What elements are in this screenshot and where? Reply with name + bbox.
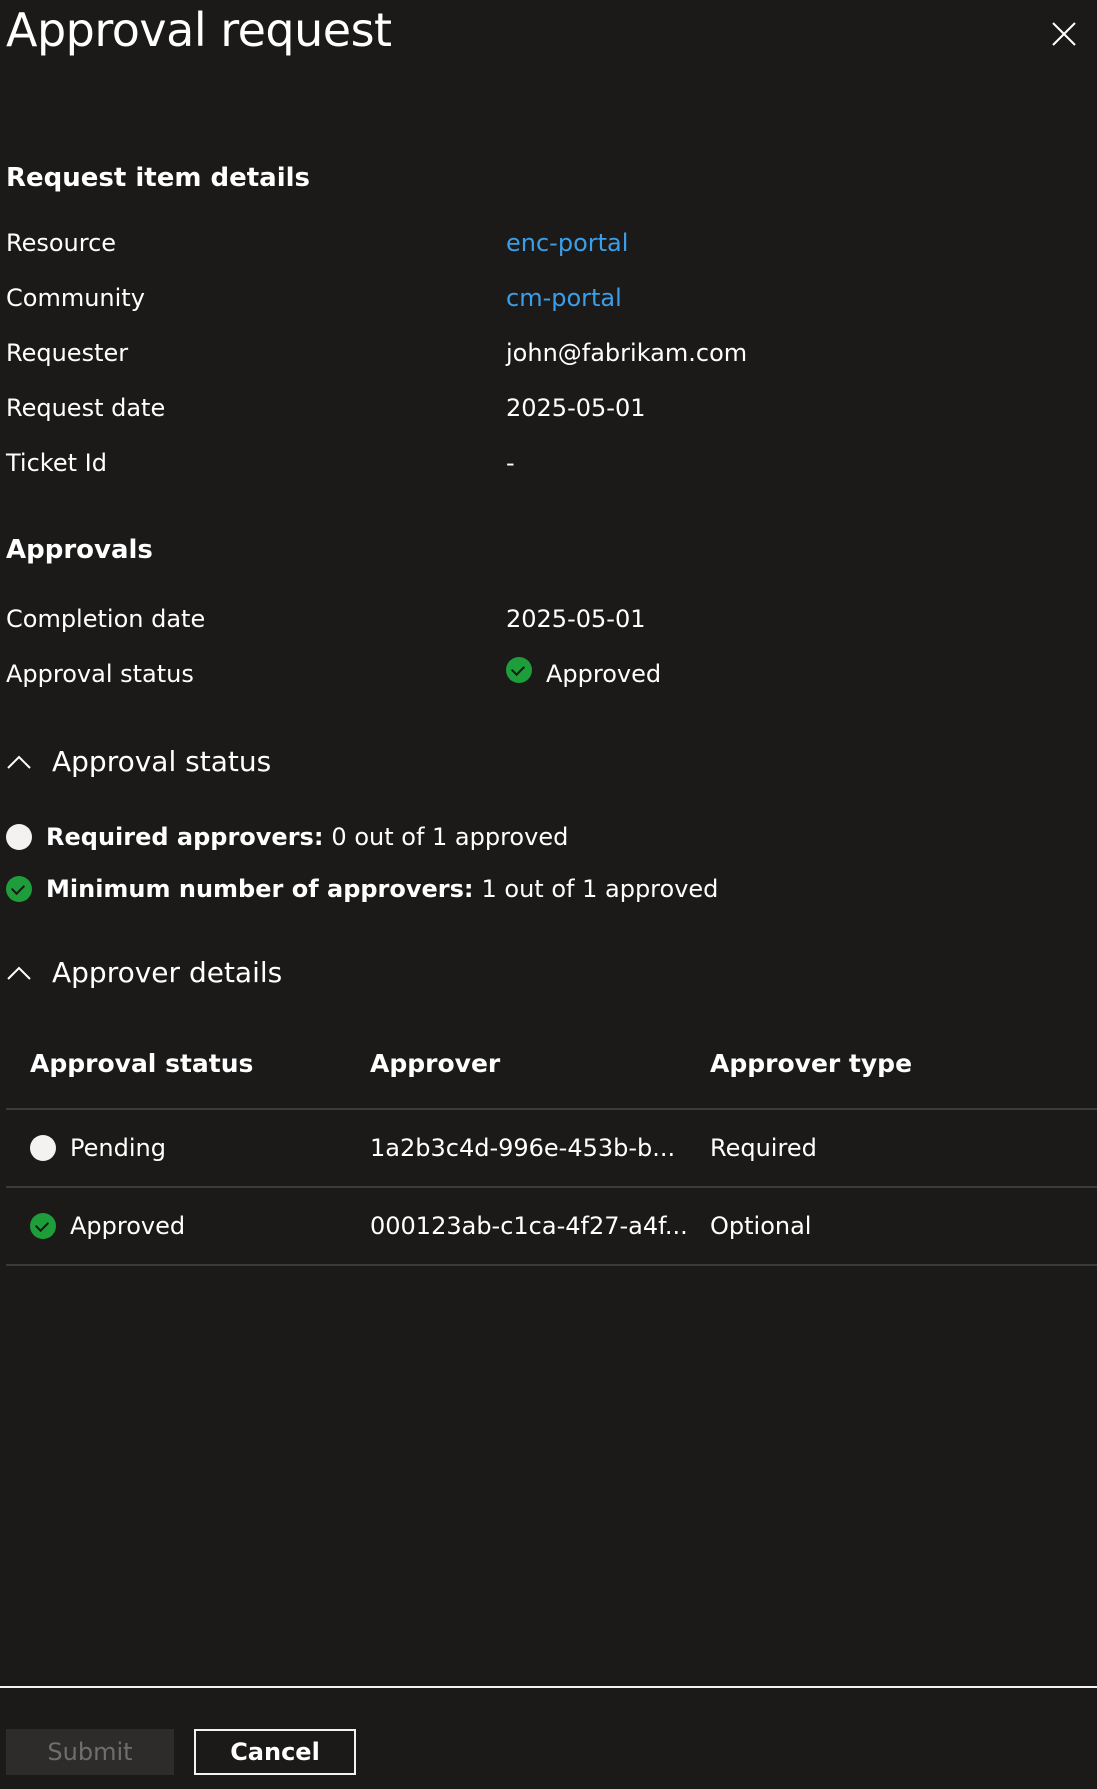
success-check-icon xyxy=(30,1213,56,1239)
row-approver-type-cell: Required xyxy=(710,1134,817,1162)
approval-status-text: Approved xyxy=(546,660,662,688)
chevron-up-icon xyxy=(7,966,31,980)
ticket-id-value: - xyxy=(506,449,515,477)
success-check-icon xyxy=(506,657,532,683)
criterion-label: Minimum number of approvers: xyxy=(46,875,474,903)
completion-date-label: Completion date xyxy=(6,605,206,633)
requester-value: john@fabrikam.com xyxy=(506,339,748,367)
ticket-id-label: Ticket Id xyxy=(6,449,107,477)
criterion-label: Required approvers: xyxy=(46,823,324,851)
approval-status-value: Approved xyxy=(506,654,661,688)
minimum-approvers-criterion: Minimum number of approvers: 1 out of 1 … xyxy=(6,873,718,905)
approval-status-section-title: Approval status xyxy=(52,745,272,778)
cancel-button[interactable]: Cancel xyxy=(194,1729,356,1775)
approver-details-section-toggle[interactable]: Approver details xyxy=(6,956,282,990)
requester-label: Requester xyxy=(6,339,129,367)
submit-button[interactable]: Submit xyxy=(6,1729,174,1775)
close-icon xyxy=(1052,22,1076,46)
row-status-text: Approved xyxy=(70,1212,186,1240)
approval-status-section-toggle[interactable]: Approval status xyxy=(6,745,271,779)
table-row[interactable]: Pending 1a2b3c4d-996e-453b-b... Required xyxy=(6,1110,1097,1188)
column-header-approver[interactable]: Approver xyxy=(370,1048,500,1080)
close-button[interactable] xyxy=(1044,14,1084,54)
row-status-text: Pending xyxy=(70,1134,166,1162)
column-header-approver-type[interactable]: Approver type xyxy=(710,1048,912,1080)
footer-divider xyxy=(0,1686,1097,1688)
success-check-icon xyxy=(6,876,32,902)
criterion-value: 1 out of 1 approved xyxy=(481,875,719,903)
pending-circle-icon xyxy=(30,1135,56,1161)
resource-link[interactable]: enc-portal xyxy=(506,227,628,259)
row-approver-cell: 000123ab-c1ca-4f27-a4f... xyxy=(370,1212,688,1240)
column-header-approval-status[interactable]: Approval status xyxy=(30,1048,253,1080)
request-date-value: 2025-05-01 xyxy=(506,394,646,422)
row-status-cell: Approved xyxy=(30,1210,185,1242)
request-date-label: Request date xyxy=(6,394,166,422)
table-row[interactable]: Approved 000123ab-c1ca-4f27-a4f... Optio… xyxy=(6,1188,1097,1266)
resource-label: Resource xyxy=(6,229,117,257)
community-label: Community xyxy=(6,284,145,312)
chevron-up-icon xyxy=(7,755,31,769)
row-status-cell: Pending xyxy=(30,1132,166,1164)
approver-details-table: Approval status Approver Approver type P… xyxy=(6,1024,1097,1266)
approver-details-section-title: Approver details xyxy=(52,956,283,989)
approval-status-label: Approval status xyxy=(6,660,194,688)
request-item-details-heading: Request item details xyxy=(6,163,311,193)
community-link[interactable]: cm-portal xyxy=(506,282,622,314)
criterion-value: 0 out of 1 approved xyxy=(331,823,569,851)
completion-date-value: 2025-05-01 xyxy=(506,605,646,633)
table-header-row: Approval status Approver Approver type xyxy=(6,1024,1097,1110)
row-approver-type-cell: Optional xyxy=(710,1212,812,1240)
row-approver-cell: 1a2b3c4d-996e-453b-b... xyxy=(370,1134,676,1162)
approvals-heading: Approvals xyxy=(6,535,153,565)
panel-title: Approval request xyxy=(6,3,392,57)
pending-circle-icon xyxy=(6,824,32,850)
required-approvers-criterion: Required approvers: 0 out of 1 approved xyxy=(6,821,568,853)
